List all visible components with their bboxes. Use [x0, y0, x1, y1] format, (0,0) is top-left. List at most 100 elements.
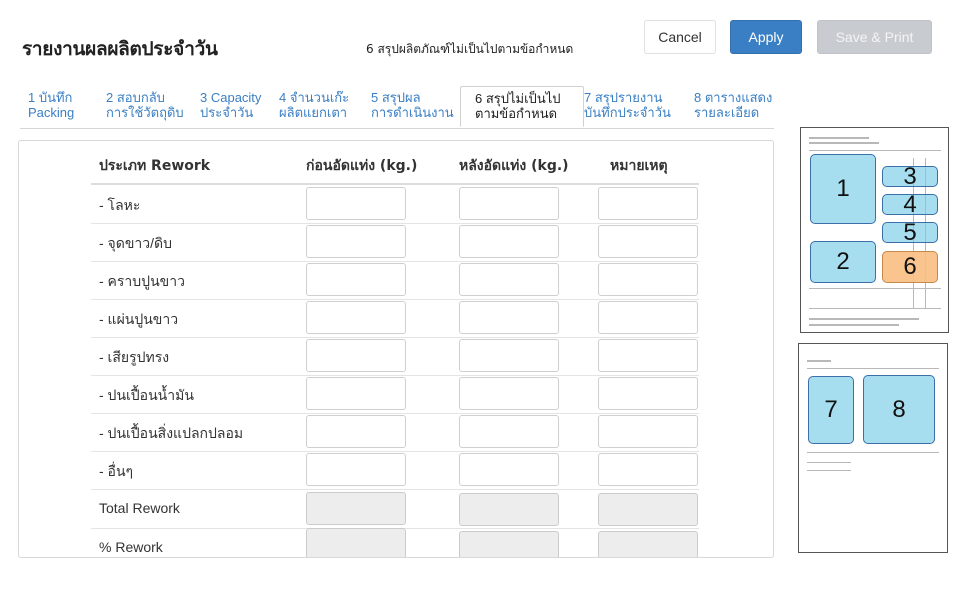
total-rework-row: Total Rework	[91, 490, 699, 529]
row-label: - ปนเปื้อนสิ่งแปลกปลอม	[99, 425, 244, 441]
column-header-remark: หมายเหตุ	[610, 158, 668, 174]
row-label: - เสียรูปทรง	[99, 349, 170, 365]
thumbnail-text-line	[809, 288, 941, 289]
tab-label: การดำเนินงาน	[371, 105, 454, 120]
thumbnail-section-7[interactable]: 7	[808, 376, 854, 444]
tab-label: 1 บันทึก	[28, 90, 73, 105]
tab-label: ตามข้อกำหนด	[475, 106, 558, 121]
after-press-input[interactable]	[459, 453, 559, 486]
thumbnail-section-4[interactable]: 4	[882, 191, 938, 218]
row-label: - คราบปูนขาว	[99, 273, 185, 289]
tab-label: Packing	[28, 105, 75, 120]
thumbnail-text-line	[807, 462, 851, 463]
row-label: - ปนเปื้อนน้ำมัน	[99, 387, 194, 403]
after-press-input[interactable]	[459, 415, 559, 448]
row-label: - อื่นๆ	[99, 463, 134, 479]
total-after-press-field	[459, 493, 559, 526]
tab-kiln-count[interactable]: 4 จำนวนเก๊ะ ผลิตแยกเตา	[279, 90, 349, 120]
tab-label: การใช้วัตถุดิบ	[106, 105, 184, 120]
table-row: - คราบปูนขาว	[91, 261, 699, 300]
thumbnail-text-line	[807, 368, 939, 369]
page-thumbnail-1[interactable]: 1 2 3 4 5 6	[800, 127, 949, 333]
before-press-input[interactable]	[306, 187, 406, 220]
remark-input[interactable]	[598, 453, 698, 486]
before-press-input[interactable]	[306, 301, 406, 334]
tab-label: 5 สรุปผล	[371, 90, 421, 105]
tab-label: 2 สอบกลับ	[106, 90, 165, 105]
page-thumbnail-2[interactable]: 7 8	[798, 343, 948, 553]
remark-input[interactable]	[598, 187, 698, 220]
remark-input[interactable]	[598, 301, 698, 334]
before-press-input[interactable]	[306, 225, 406, 258]
after-press-input[interactable]	[459, 339, 559, 372]
tab-label: ประจำวัน	[200, 105, 254, 120]
thumbnail-text-line	[807, 360, 831, 362]
tab-label: 4 จำนวนเก๊ะ	[279, 90, 350, 105]
thumbnail-section-2[interactable]: 2	[810, 241, 876, 283]
tab-label: 8 ตารางแสดง	[694, 90, 773, 105]
thumbnail-text-line	[807, 452, 939, 453]
thumbnail-section-3[interactable]: 3	[882, 163, 938, 190]
thumbnail-text-line	[809, 318, 919, 320]
save-print-button[interactable]: Save & Print	[817, 20, 932, 54]
row-label: - โลหะ	[99, 197, 141, 213]
remark-input[interactable]	[598, 225, 698, 258]
table-row: - เสียรูปทรง	[91, 337, 699, 376]
tab-label: 3 Capacity	[200, 90, 262, 105]
before-press-input[interactable]	[306, 415, 406, 448]
row-label: % Rework	[99, 539, 163, 555]
tab-label: รายละเอียด	[694, 105, 760, 120]
thumbnail-text-line	[809, 324, 899, 326]
section-subtitle: 6 สรุปผลิตภัณฑ์ไม่เป็นไปตามข้อกำหนด	[366, 42, 574, 56]
tab-daily-report[interactable]: 7 สรุปรายงาน บันทึกประจำวัน	[584, 90, 671, 120]
table-row: - อื่นๆ	[91, 451, 699, 490]
tab-material-trace[interactable]: 2 สอบกลับ การใช้วัตถุดิบ	[106, 90, 184, 120]
before-press-input[interactable]	[306, 339, 406, 372]
tab-capacity[interactable]: 3 Capacity ประจำวัน	[200, 90, 261, 120]
thumbnail-text-line	[809, 137, 869, 139]
percent-rework-row: % Rework	[91, 528, 699, 557]
thumbnail-section-1[interactable]: 1	[810, 154, 876, 224]
thumbnail-text-line	[809, 308, 941, 309]
column-header-before-press: ก่อนอัดแท่ง (kg.)	[306, 158, 418, 174]
apply-button[interactable]: Apply	[730, 20, 802, 54]
after-press-input[interactable]	[459, 225, 559, 258]
table-row: - ปนเปื้อนสิ่งแปลกปลอม	[91, 413, 699, 452]
percent-after-press-field	[459, 531, 559, 557]
remark-input[interactable]	[598, 415, 698, 448]
remark-input[interactable]	[598, 377, 698, 410]
row-label: - จุดขาว/ดิบ	[99, 235, 173, 251]
tab-detail-table[interactable]: 8 ตารางแสดง รายละเอียด	[694, 90, 772, 120]
rework-panel: ประเภท Rework ก่อนอัดแท่ง (kg.) หลังอัดแ…	[18, 140, 774, 558]
tab-label: 7 สรุปรายงาน	[584, 90, 663, 105]
table-row: - แผ่นปูนขาว	[91, 299, 699, 338]
before-press-input[interactable]	[306, 263, 406, 296]
after-press-input[interactable]	[459, 377, 559, 410]
table-row: - โลหะ	[91, 185, 699, 224]
thumbnail-section-5[interactable]: 5	[882, 219, 938, 246]
thumbnail-text-line	[809, 142, 879, 144]
after-press-input[interactable]	[459, 187, 559, 220]
column-header-after-press: หลังอัดแท่ง (kg.)	[459, 158, 569, 174]
row-label: Total Rework	[99, 500, 180, 516]
percent-before-press-field	[306, 528, 406, 557]
cancel-button[interactable]: Cancel	[644, 20, 716, 54]
thumbnail-section-8[interactable]: 8	[863, 375, 935, 444]
remark-input[interactable]	[598, 263, 698, 296]
page-title: รายงานผลผลิตประจำวัน	[22, 38, 218, 60]
thumbnail-text-line	[807, 470, 851, 471]
total-before-press-field	[306, 492, 406, 525]
after-press-input[interactable]	[459, 263, 559, 296]
remark-input[interactable]	[598, 339, 698, 372]
thumbnail-text-line	[809, 150, 941, 151]
tab-packing[interactable]: 1 บันทึก Packing	[28, 90, 74, 120]
before-press-input[interactable]	[306, 453, 406, 486]
after-press-input[interactable]	[459, 301, 559, 334]
tab-label: ผลิตแยกเตา	[279, 105, 348, 120]
table-row: - ปนเปื้อนน้ำมัน	[91, 375, 699, 414]
before-press-input[interactable]	[306, 377, 406, 410]
thumbnail-section-6[interactable]: 6	[882, 251, 938, 283]
tab-nonconformance[interactable]: 6 สรุปไม่เป็นไป ตามข้อกำหนด	[460, 86, 584, 127]
tab-bar: 1 บันทึก Packing 2 สอบกลับ การใช้วัตถุดิ…	[20, 86, 774, 129]
tab-operation-summary[interactable]: 5 สรุปผล การดำเนินงาน	[371, 90, 454, 120]
